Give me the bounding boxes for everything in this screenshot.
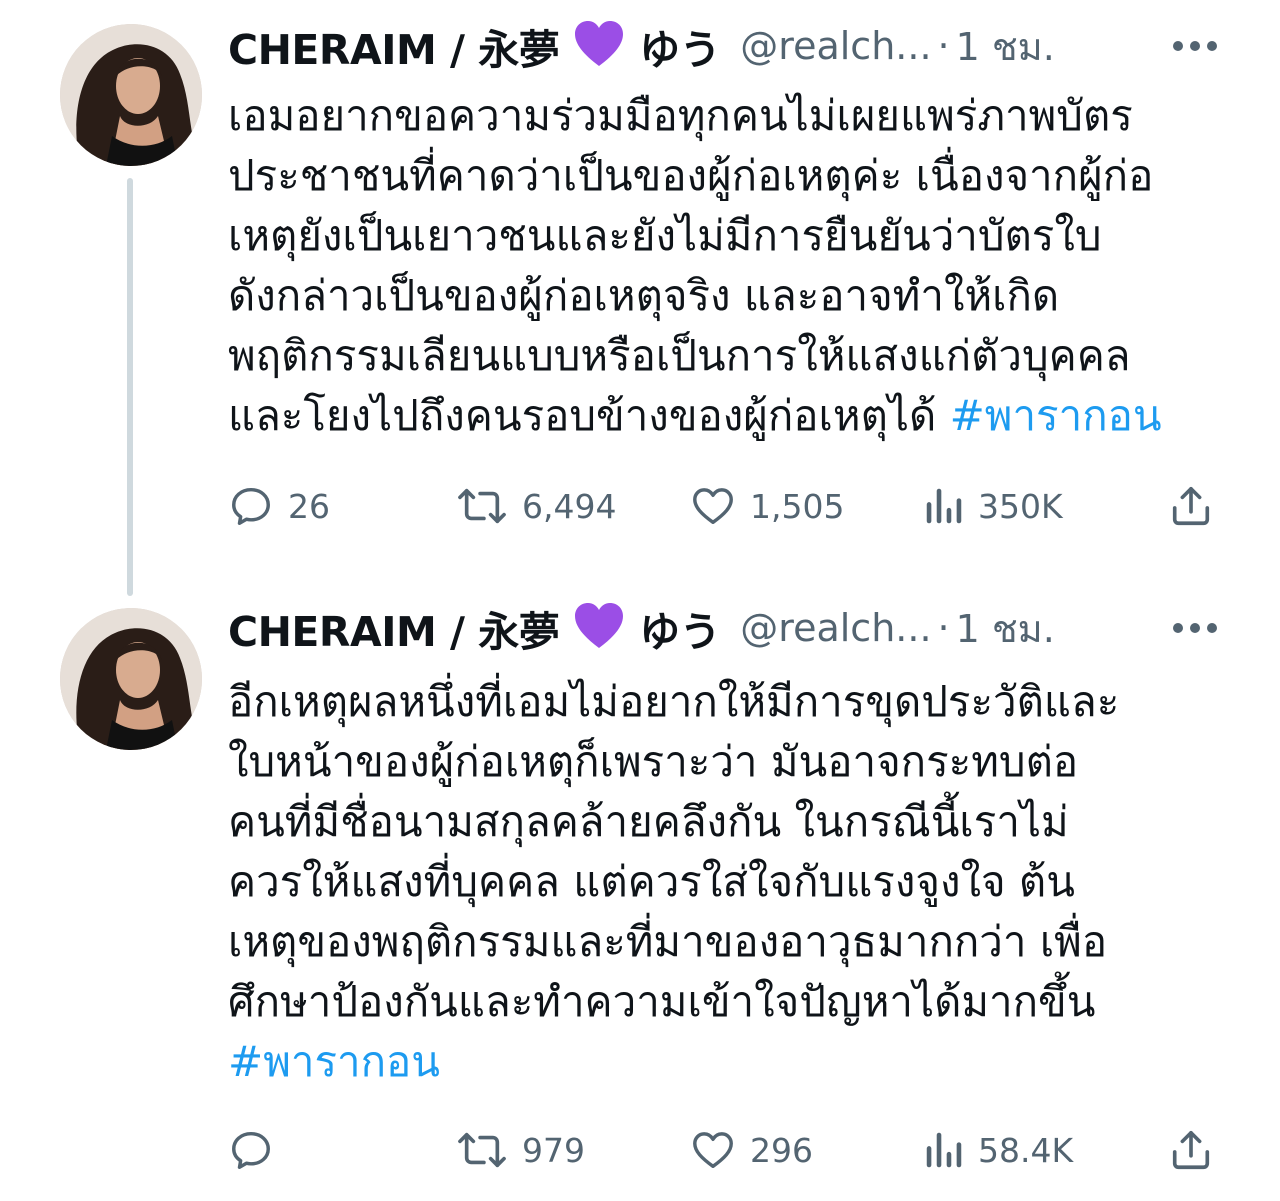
share-button[interactable]: [1168, 476, 1214, 536]
text-line: พฤติกรรมเลียนแบบหรือเป็นการให้แสงแก่ตัวบ…: [228, 331, 1131, 380]
more-dots-icon: [1173, 41, 1217, 51]
like-button[interactable]: 1,505: [690, 476, 844, 536]
views-button[interactable]: 58.4K: [924, 1120, 1073, 1180]
display-name[interactable]: CHERAIM / 永夢: [228, 598, 560, 658]
display-name-suffix[interactable]: ゆう: [639, 16, 721, 76]
purple-heart-icon: [573, 20, 625, 72]
text-line: เหตุของพฤติกรรมและที่มาของอาวุธมากกว่า เ…: [228, 917, 1108, 966]
text-line: ควรให้แสงที่บุคคล แต่ควรใส่ใจกับแรงจูงใจ…: [228, 857, 1075, 906]
views-icon: [926, 488, 962, 524]
tweet-actions: 979 296 58.4K: [228, 1120, 1218, 1180]
reply-icon: [232, 1131, 270, 1169]
more-button[interactable]: [1172, 16, 1218, 76]
display-name[interactable]: CHERAIM / 永夢: [228, 16, 560, 76]
user-handle[interactable]: @realch...: [740, 24, 931, 68]
heart-icon: [693, 488, 733, 525]
text-line: คนที่มีชื่อนามสกุลคล้ายคลึงกัน ในกรณีนี้…: [228, 797, 1069, 846]
heart-icon: [693, 1132, 733, 1169]
display-name-suffix[interactable]: ゆう: [639, 598, 721, 658]
avatar[interactable]: [60, 24, 202, 166]
tweet-text: อีกเหตุผลหนึ่งที่เอมไม่อยากให้มีการขุดปร…: [228, 672, 1238, 1092]
reply-button[interactable]: [228, 1120, 288, 1180]
separator-dot: ·: [937, 606, 950, 650]
timestamp[interactable]: 1 ชม.: [956, 16, 1055, 76]
retweet-count: 979: [522, 1130, 585, 1170]
user-handle[interactable]: @realch...: [740, 606, 931, 650]
tweet[interactable]: CHERAIM / 永夢 ゆう @realch... · 1 ชม. อีกเห…: [0, 600, 1280, 1201]
text-line: เหตุยังเป็นเยาวชนและยังไม่มีการยืนยันว่า…: [228, 211, 1102, 260]
share-icon: [1172, 1130, 1210, 1170]
views-count: 58.4K: [978, 1130, 1074, 1170]
retweet-icon: [458, 1132, 506, 1168]
thread-line: [127, 178, 133, 596]
separator-dot: ·: [937, 24, 950, 68]
tweet-header: CHERAIM / 永夢 ゆう @realch... · 1 ชม.: [228, 598, 1218, 658]
hashtag-link[interactable]: #พารากอน: [228, 1037, 440, 1086]
timestamp[interactable]: 1 ชม.: [956, 598, 1055, 658]
retweet-button[interactable]: 979: [456, 1120, 585, 1180]
reply-count: 26: [288, 486, 330, 526]
reply-icon: [232, 487, 270, 525]
purple-heart-icon: [573, 602, 625, 654]
share-button[interactable]: [1168, 1120, 1214, 1180]
tweet[interactable]: CHERAIM / 永夢 ゆう @realch... · 1 ชม. เอมอย…: [0, 0, 1280, 600]
views-icon: [926, 1132, 962, 1168]
text-line: และโยงไปถึงคนรอบข้างของผู้ก่อเหตุได้: [228, 391, 950, 440]
text-line: ใบหน้าของผู้ก่อเหตุก็เพราะว่า มันอาจกระท…: [228, 737, 1079, 786]
text-line: ศึกษาป้องกันและทำความเข้าใจปัญหาได้มากขึ…: [228, 977, 1096, 1026]
more-button[interactable]: [1172, 598, 1218, 658]
avatar[interactable]: [60, 608, 202, 750]
tweet-actions: 26 6,494 1,505 350K: [228, 476, 1218, 536]
more-dots-icon: [1173, 623, 1217, 633]
hashtag-link[interactable]: #พารากอน: [950, 391, 1162, 440]
tweet-header: CHERAIM / 永夢 ゆう @realch... · 1 ชม.: [228, 16, 1218, 76]
text-line: ดังกล่าวเป็นของผู้ก่อเหตุจริง และอาจทำให…: [228, 271, 1060, 320]
text-line: อีกเหตุผลหนึ่งที่เอมไม่อยากให้มีการขุดปร…: [228, 677, 1120, 726]
like-count: 1,505: [750, 486, 845, 526]
views-button[interactable]: 350K: [924, 476, 1063, 536]
tweet-text: เอมอยากขอความร่วมมือทุกคนไม่เผยแพร่ภาพบั…: [228, 86, 1238, 446]
like-count: 296: [750, 1130, 813, 1170]
views-count: 350K: [978, 486, 1063, 526]
like-button[interactable]: 296: [690, 1120, 813, 1180]
retweet-icon: [458, 488, 506, 524]
share-icon: [1172, 486, 1210, 526]
text-line: เอมอยากขอความร่วมมือทุกคนไม่เผยแพร่ภาพบั…: [228, 91, 1133, 140]
text-line: ประชาชนที่คาดว่าเป็นของผู้ก่อเหตุค่ะ เนื…: [228, 151, 1154, 200]
retweet-button[interactable]: 6,494: [456, 476, 616, 536]
reply-button[interactable]: 26: [228, 476, 330, 536]
retweet-count: 6,494: [522, 486, 617, 526]
